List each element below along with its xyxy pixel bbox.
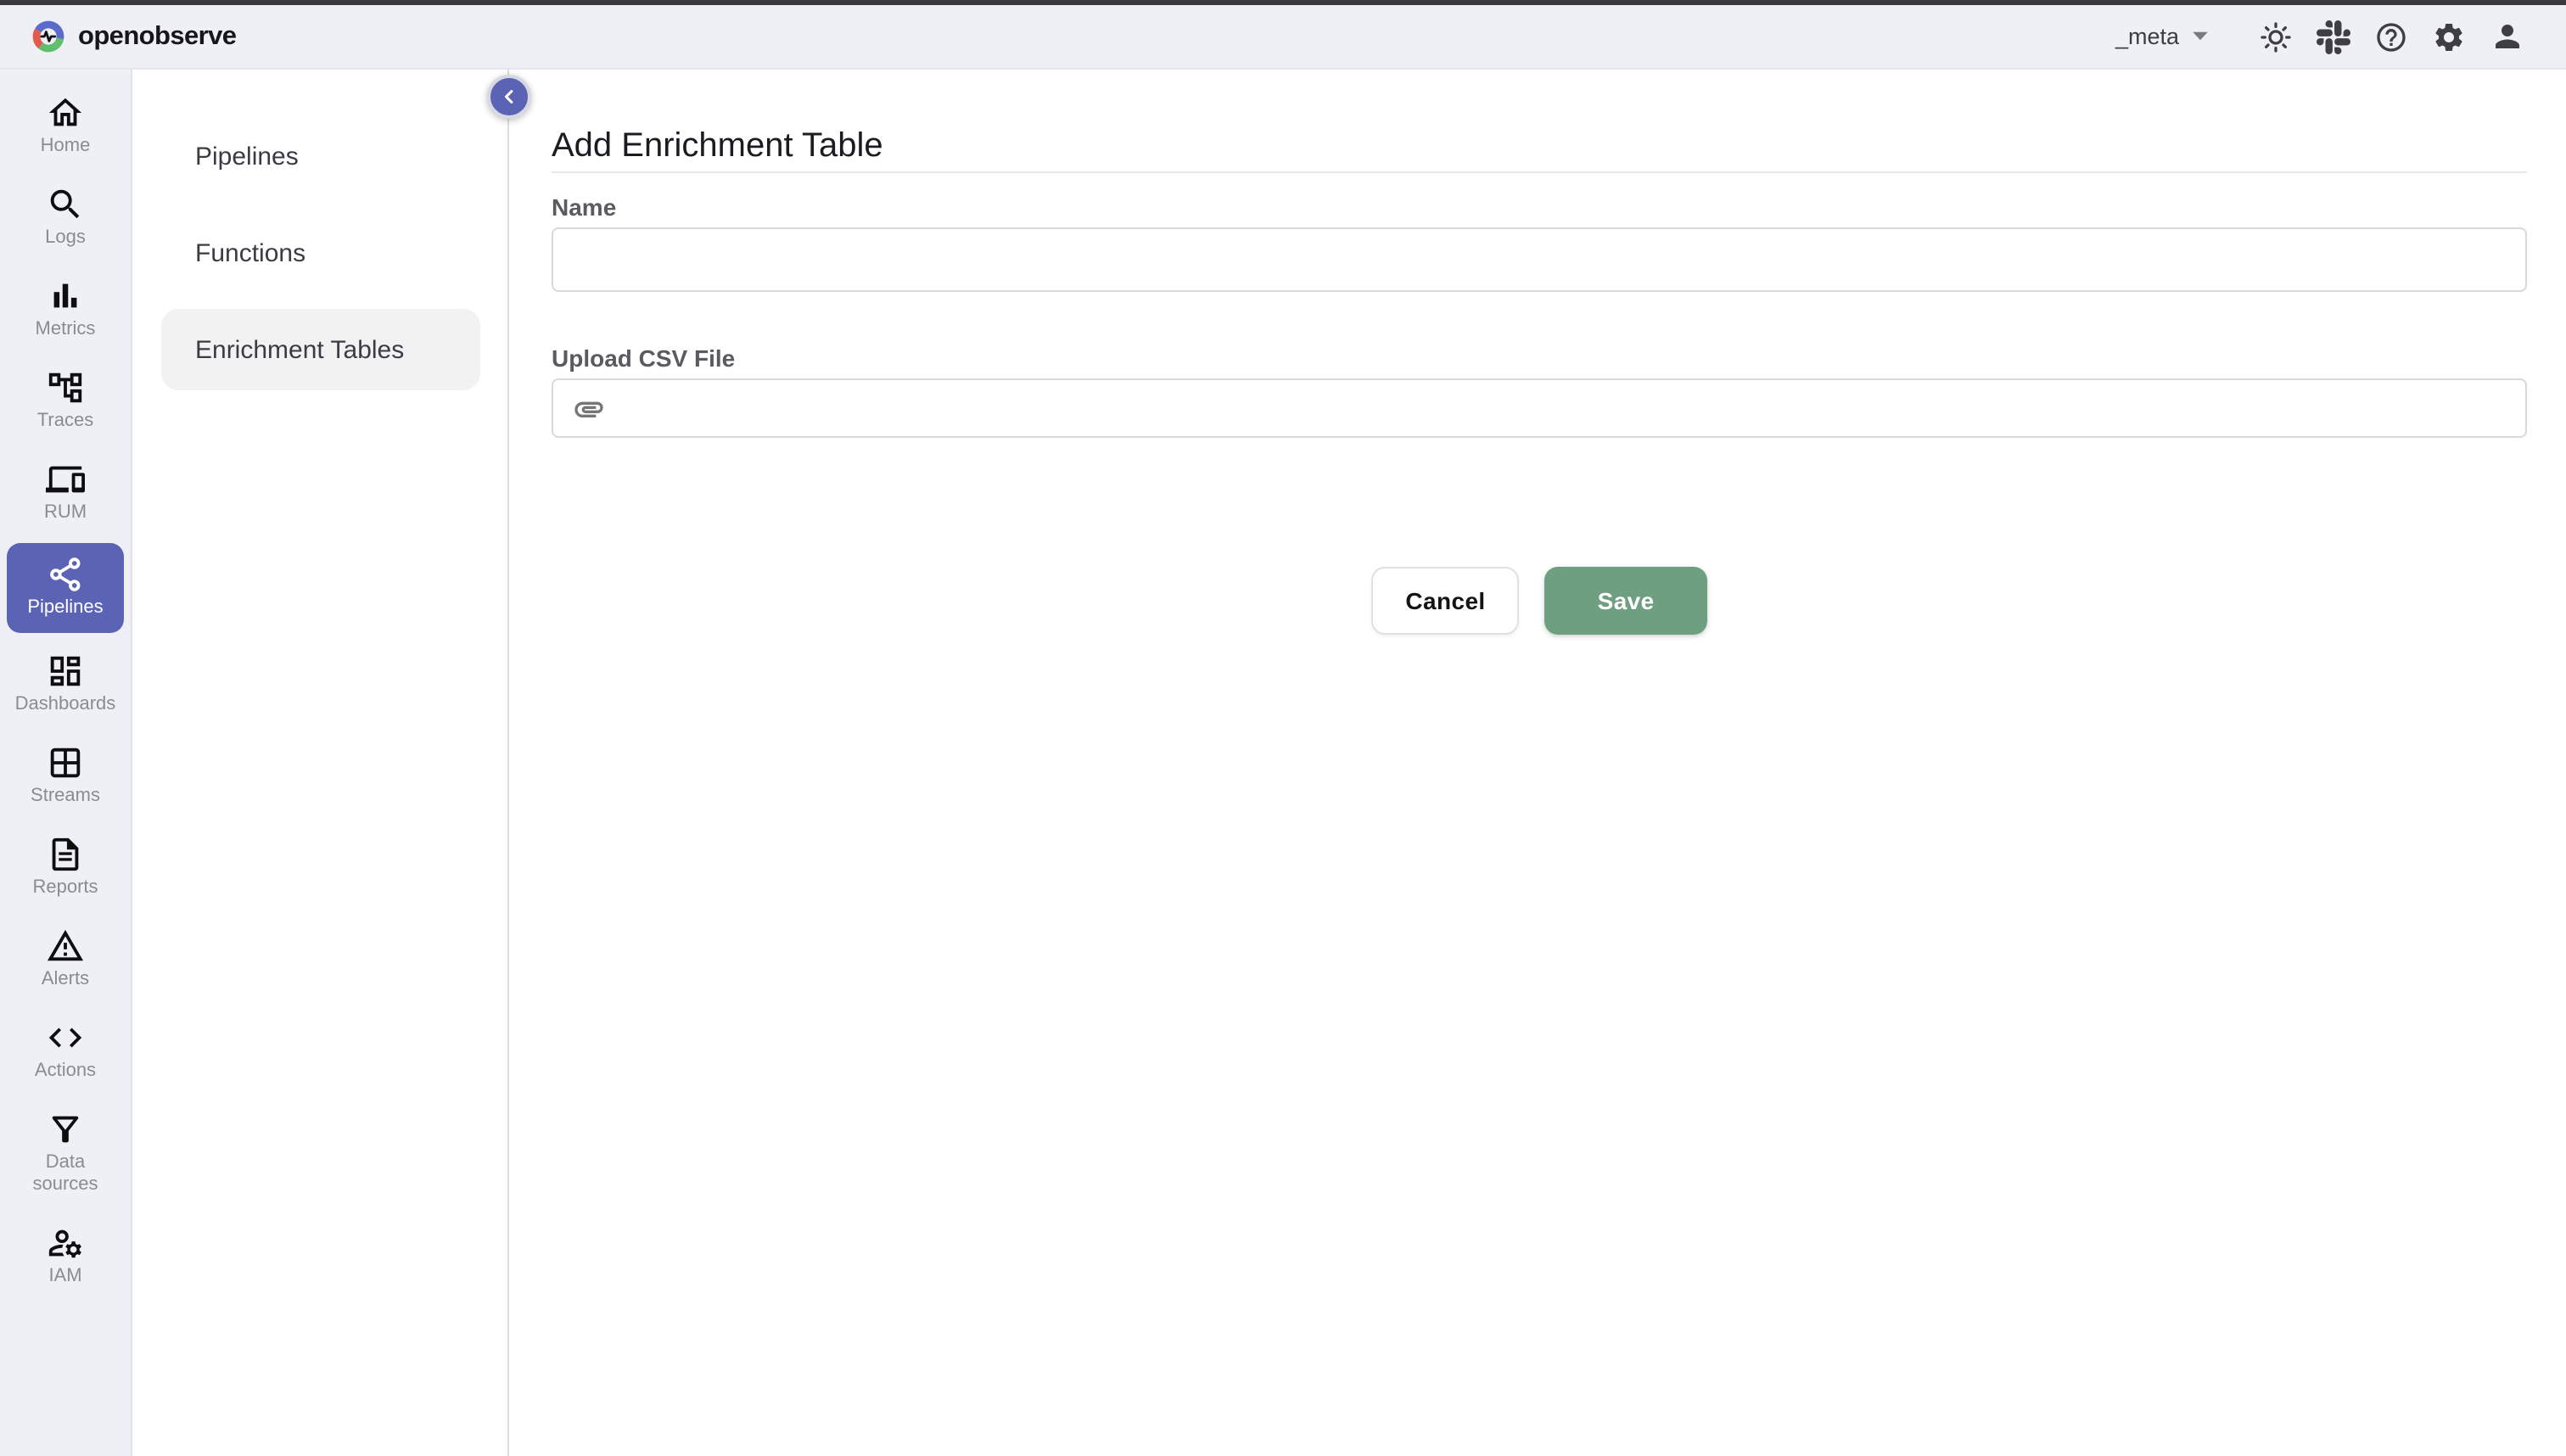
submenu-item-label: Enrichment Tables <box>195 335 404 364</box>
slack-icon[interactable] <box>2305 14 2362 59</box>
sidebar-item-reports[interactable]: Reports <box>7 826 124 908</box>
collapse-sidebar-button[interactable] <box>487 75 531 119</box>
sidebar-item-label: Reports <box>32 877 98 899</box>
code-icon <box>46 1018 85 1057</box>
sidebar-item-metrics[interactable]: Metrics <box>7 268 124 350</box>
settings-icon[interactable] <box>2420 14 2478 59</box>
body-row: Home Logs Metrics Traces RUM <box>0 70 2566 1456</box>
paperclip-icon <box>572 391 606 425</box>
submenu-item-label: Pipelines <box>195 142 299 171</box>
upload-field-group: Upload CSV File <box>552 344 2527 438</box>
bar-chart-icon <box>46 277 85 316</box>
app-window: openobserve _meta <box>0 0 2566 1456</box>
sidebar-item-label: IAM <box>48 1266 81 1288</box>
brand-logo: openobserve <box>31 19 236 54</box>
devices-icon <box>46 460 85 499</box>
app-header: openobserve _meta <box>0 5 2566 70</box>
sidebar-item-pipelines[interactable]: Pipelines <box>7 543 124 633</box>
chevron-down-icon <box>2191 31 2210 42</box>
name-field-group: Name <box>552 193 2527 292</box>
document-icon <box>46 835 85 874</box>
home-icon <box>46 93 85 132</box>
submenu-item-pipelines[interactable]: Pipelines <box>161 115 480 197</box>
page-title: Add Enrichment Table <box>552 124 2527 168</box>
sidebar-item-label: Streams <box>31 786 100 808</box>
help-icon[interactable] <box>2362 14 2420 59</box>
csv-file-input[interactable] <box>552 378 2527 438</box>
search-icon <box>46 185 85 224</box>
sidebar-item-data-sources[interactable]: Data sources <box>7 1101 124 1205</box>
pipelines-submenu: Pipelines Functions Enrichment Tables <box>132 70 509 1456</box>
sidebar-item-traces[interactable]: Traces <box>7 360 124 441</box>
tree-icon <box>46 368 85 407</box>
name-label: Name <box>552 193 2527 221</box>
cancel-button[interactable]: Cancel <box>1371 567 1519 635</box>
upload-csv-label: Upload CSV File <box>552 344 2527 372</box>
main-content: Add Enrichment Table Name Upload CSV Fil… <box>509 70 2566 1456</box>
organization-value: _meta <box>2115 24 2179 49</box>
sidebar-item-label: Data sources <box>25 1152 106 1196</box>
sidebar-item-rum[interactable]: RUM <box>7 451 124 533</box>
brand-name: openobserve <box>78 21 236 52</box>
light-mode-icon[interactable] <box>2247 14 2305 59</box>
sidebar-item-home[interactable]: Home <box>7 85 124 166</box>
sidebar-item-alerts[interactable]: Alerts <box>7 918 124 1000</box>
profile-icon[interactable] <box>2478 14 2535 59</box>
main-sidebar: Home Logs Metrics Traces RUM <box>0 70 132 1456</box>
sidebar-item-label: RUM <box>44 502 87 524</box>
sidebar-item-label: Actions <box>35 1061 96 1083</box>
sidebar-item-label: Home <box>41 136 91 158</box>
sidebar-item-actions[interactable]: Actions <box>7 1010 124 1091</box>
organization-selector[interactable]: _meta <box>2115 24 2210 49</box>
submenu-item-functions[interactable]: Functions <box>161 212 480 294</box>
submenu-item-label: Functions <box>195 238 305 267</box>
dashboard-icon <box>46 652 85 691</box>
form-actions: Cancel Save <box>552 567 2527 635</box>
sidebar-item-logs[interactable]: Logs <box>7 176 124 258</box>
sidebar-item-label: Dashboards <box>15 694 116 716</box>
sidebar-item-streams[interactable]: Streams <box>7 735 124 816</box>
filter-icon <box>46 1110 85 1149</box>
sidebar-item-label: Metrics <box>36 319 96 341</box>
warning-icon <box>46 927 85 966</box>
sidebar-item-label: Alerts <box>42 969 89 991</box>
save-button[interactable]: Save <box>1545 567 1707 635</box>
name-input[interactable] <box>552 227 2527 292</box>
grid-icon <box>46 743 85 782</box>
sidebar-item-label: Pipelines <box>27 597 103 619</box>
manage-accounts-icon <box>46 1224 85 1263</box>
share-icon <box>46 555 85 594</box>
sidebar-item-label: Traces <box>37 411 93 433</box>
sidebar-item-dashboards[interactable]: Dashboards <box>7 643 124 725</box>
submenu-item-enrichment-tables[interactable]: Enrichment Tables <box>161 309 480 390</box>
sidebar-item-label: Logs <box>45 227 86 249</box>
chevron-left-icon <box>497 85 521 109</box>
title-divider <box>552 171 2527 173</box>
sidebar-item-iam[interactable]: IAM <box>7 1215 124 1296</box>
openobserve-logo-icon <box>31 19 66 54</box>
header-actions: _meta <box>2115 14 2535 59</box>
